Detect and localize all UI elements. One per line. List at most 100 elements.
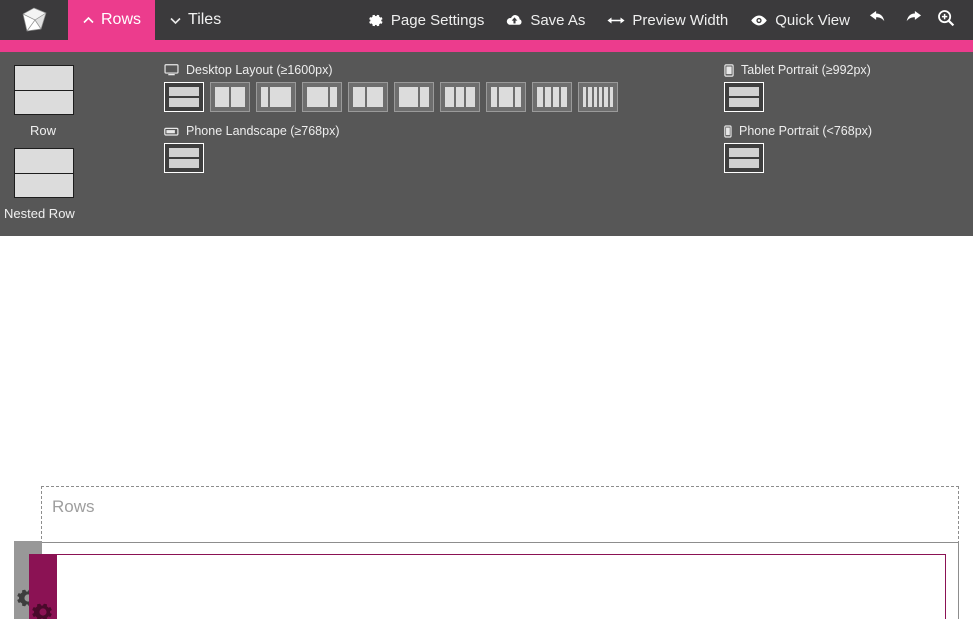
layout-segment: [561, 87, 567, 107]
desktop-layout-label: Desktop Layout (≥1600px): [186, 63, 333, 77]
desktop-layout-header: Desktop Layout (≥1600px): [164, 63, 333, 77]
phone-portrait-layout-stacked-2-rows-0[interactable]: [724, 143, 764, 173]
magnifier-plus-icon: [937, 9, 955, 32]
layout-segment: [353, 87, 365, 107]
nested-row-thumb[interactable]: Nested Row: [14, 148, 75, 221]
layout-segment: [553, 87, 559, 107]
layout-segment: [231, 87, 245, 107]
cloud-upload-icon: [506, 13, 523, 28]
desktop-layout-layout-2-equal-cols-1[interactable]: [210, 82, 250, 112]
tablet-portrait-layout-stacked-2-rows-0[interactable]: [724, 82, 764, 112]
layout-segment: [420, 87, 429, 107]
layout-segment: [261, 87, 268, 107]
nested-row-thumb-image[interactable]: [14, 148, 74, 198]
preview-width-button[interactable]: Preview Width: [596, 0, 739, 40]
row-thumb[interactable]: Row: [14, 65, 74, 138]
phone-landscape-header: Phone Landscape (≥768px): [164, 124, 340, 138]
tab-tiles[interactable]: Tiles: [155, 0, 235, 40]
layout-segment: [215, 87, 229, 107]
rows-container-label: Rows: [52, 497, 95, 517]
quick-view-button[interactable]: Quick View: [739, 0, 861, 40]
layout-segment: [169, 87, 199, 96]
desktop-layout-layout-4-equal-cols-8[interactable]: [532, 82, 572, 112]
row-thumb-label: Row: [30, 123, 74, 138]
page-settings-button[interactable]: Page Settings: [358, 0, 495, 40]
page-builder-app: Rows Tiles Page Settings: [0, 0, 973, 619]
layout-segment: [169, 159, 199, 168]
redo-button[interactable]: [895, 0, 929, 40]
desktop-layout-layout-2-cols-b-4[interactable]: [348, 82, 388, 112]
phone-landscape-label: Phone Landscape (≥768px): [186, 124, 340, 138]
app-logo[interactable]: [0, 0, 68, 40]
desktop-layout-layout-narrow-wide-2[interactable]: [256, 82, 296, 112]
page-settings-label: Page Settings: [391, 12, 484, 29]
layout-segment: [445, 87, 454, 107]
layout-segment: [545, 87, 551, 107]
zoom-in-button[interactable]: [929, 0, 963, 40]
layout-segment: [537, 87, 543, 107]
desktop-layout-layout-wide-narrow-3[interactable]: [302, 82, 342, 112]
arrows-horizontal-icon: [607, 14, 625, 27]
desktop-monitor-icon: [164, 64, 179, 76]
row-palette: Row Nested Row: [0, 52, 160, 236]
layout-segment: [399, 87, 418, 107]
desktop-layout-layout-6-equal-cols-9[interactable]: [578, 82, 618, 112]
layout-segment: [583, 87, 586, 107]
layout-segment: [610, 87, 613, 107]
nested-row-thumb-label: Nested Row: [4, 206, 75, 221]
save-as-label: Save As: [530, 12, 585, 29]
tab-tiles-label: Tiles: [188, 11, 221, 29]
layout-segment: [270, 87, 291, 107]
layout-segment: [499, 87, 513, 107]
layout-segment: [307, 87, 328, 107]
desktop-layout-options: [164, 82, 618, 112]
rows-panel: Row Nested Row Desktop Layout (≥1600px): [0, 52, 973, 236]
origami-cube-logo-icon: [19, 6, 49, 34]
layout-segment: [594, 87, 597, 107]
undo-button[interactable]: [861, 0, 895, 40]
nested-row-1-selected[interactable]: [56, 554, 946, 619]
desktop-layout-layout-3-equal-cols-6[interactable]: [440, 82, 480, 112]
phone-landscape-icon: [164, 126, 179, 137]
tablet-portrait-options: [724, 82, 764, 112]
toolbar-actions: Page Settings Save As: [358, 0, 973, 40]
chevron-up-icon: [82, 14, 94, 26]
layout-segment: [466, 87, 475, 107]
tablet-portrait-label: Tablet Portrait (≥992px): [741, 63, 871, 77]
layout-segment: [456, 87, 465, 107]
tab-rows[interactable]: Rows: [68, 0, 155, 40]
save-as-button[interactable]: Save As: [495, 0, 596, 40]
page-canvas: Rows: [0, 236, 973, 619]
phone-landscape-layout-stacked-2-rows-0[interactable]: [164, 143, 204, 173]
top-toolbar: Rows Tiles Page Settings: [0, 0, 973, 40]
quick-view-label: Quick View: [775, 12, 850, 29]
tablet-portrait-header: Tablet Portrait (≥992px): [724, 63, 871, 77]
preview-width-label: Preview Width: [632, 12, 728, 29]
layout-segment: [367, 87, 383, 107]
desktop-layout-layout-3-cols-wide-mid-7[interactable]: [486, 82, 526, 112]
layout-segment: [169, 148, 199, 157]
layout-segment: [729, 87, 759, 96]
redo-arrow-icon: [903, 10, 922, 31]
toolbar-spacer: [235, 0, 358, 40]
layout-segment: [588, 87, 591, 107]
layout-segment: [515, 87, 521, 107]
undo-arrow-icon: [869, 10, 888, 31]
phone-portrait-label: Phone Portrait (<768px): [739, 124, 872, 138]
gear-icon: [369, 13, 384, 28]
row-thumb-image[interactable]: [14, 65, 74, 115]
tab-rows-label: Rows: [101, 11, 141, 29]
layout-segment: [729, 98, 759, 107]
chevron-down-icon: [169, 14, 181, 26]
layout-segment: [729, 148, 759, 157]
phone-landscape-options: [164, 143, 204, 173]
layout-segment: [330, 87, 337, 107]
accent-stripe: [0, 40, 973, 52]
phone-portrait-icon: [724, 125, 732, 138]
desktop-layout-layout-stacked-2-rows-0[interactable]: [164, 82, 204, 112]
layout-segment: [599, 87, 602, 107]
phone-portrait-options: [724, 143, 764, 173]
eye-icon: [750, 14, 768, 27]
desktop-layout-layout-2-cols-c-5[interactable]: [394, 82, 434, 112]
nested-row-1-settings-handle[interactable]: [29, 554, 57, 619]
